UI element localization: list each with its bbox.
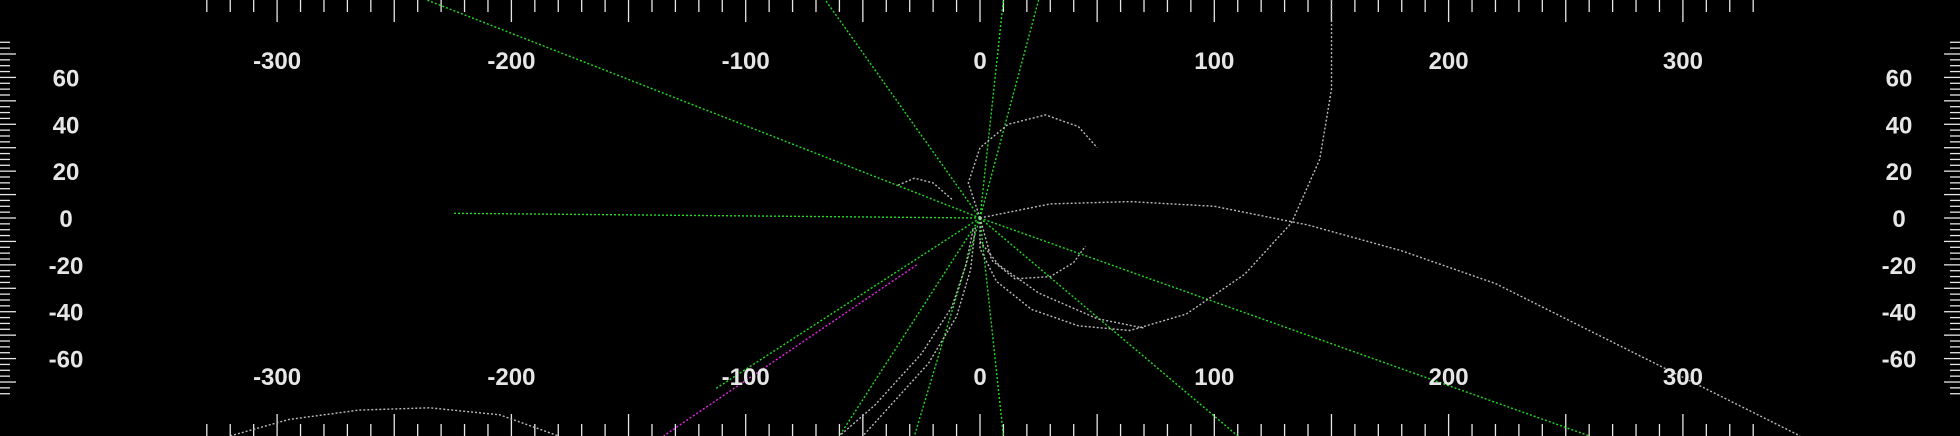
- y-tick-label-right: -40: [1882, 300, 1917, 327]
- x-tick-label-bottom: -200: [487, 364, 535, 391]
- x-tick-label-top: -200: [487, 48, 535, 75]
- y-tick-label-left: 0: [59, 206, 72, 233]
- y-tick-label-left: -40: [49, 300, 84, 327]
- x-tick-label-bottom: 200: [1429, 364, 1469, 391]
- x-tick-label-bottom: 300: [1663, 364, 1703, 391]
- x-tick-label-bottom: 0: [973, 364, 986, 391]
- x-tick-label-bottom: -100: [722, 364, 770, 391]
- y-tick-label-right: -60: [1882, 347, 1917, 374]
- y-tick-label-right: 20: [1886, 159, 1913, 186]
- y-tick-label-left: 20: [53, 159, 80, 186]
- y-tick-label-right: 60: [1886, 65, 1913, 92]
- y-tick-label-right: 0: [1892, 206, 1905, 233]
- x-tick-label-bottom: -300: [253, 364, 301, 391]
- y-tick-label-left: 40: [53, 112, 80, 139]
- y-tick-label-left: 60: [53, 65, 80, 92]
- y-tick-label-right: 40: [1886, 112, 1913, 139]
- x-tick-label-bottom: 100: [1194, 364, 1234, 391]
- x-tick-label-top: 100: [1194, 48, 1234, 75]
- chart-canvas: -300-300-200-200-100-1000010010020020030…: [0, 0, 1960, 436]
- x-tick-label-top: 200: [1429, 48, 1469, 75]
- x-tick-label-top: -100: [722, 48, 770, 75]
- y-tick-label-left: -20: [49, 253, 84, 280]
- y-tick-label-right: -20: [1882, 253, 1917, 280]
- x-tick-label-top: 300: [1663, 48, 1703, 75]
- x-tick-label-top: 0: [973, 48, 986, 75]
- x-tick-label-top: -300: [253, 48, 301, 75]
- y-tick-label-left: -60: [49, 347, 84, 374]
